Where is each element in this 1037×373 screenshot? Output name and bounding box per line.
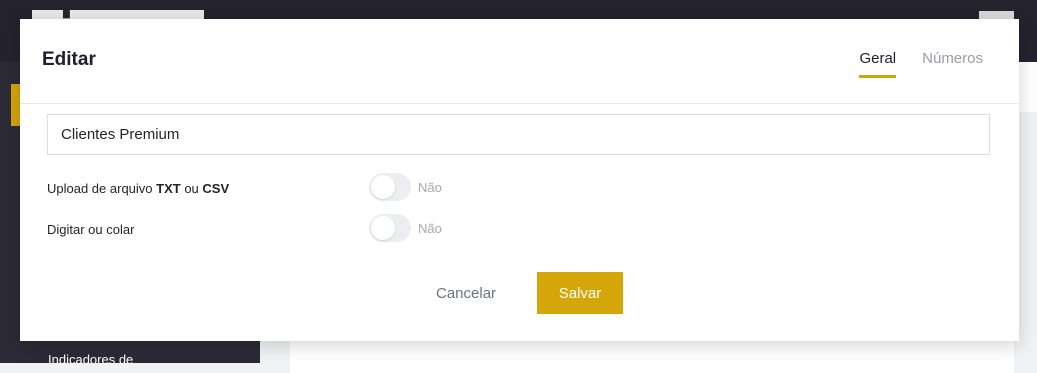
modal-tabs: Geral Números	[859, 50, 983, 78]
paste-toggle-state: Não	[418, 221, 442, 236]
tab-numeros[interactable]: Números	[922, 50, 983, 78]
paste-option-label: Digitar ou colar	[47, 222, 135, 237]
toggle-knob	[371, 216, 395, 240]
modal-title: Editar	[42, 49, 96, 70]
upload-toggle[interactable]	[369, 173, 411, 201]
tab-geral[interactable]: Geral	[859, 50, 897, 78]
list-name-input[interactable]	[47, 114, 990, 155]
toggle-knob	[371, 175, 395, 199]
upload-option-label: Upload de arquivo TXT ou CSV	[47, 181, 230, 196]
modal-footer: Cancelar Salvar	[20, 272, 1019, 315]
edit-modal: Editar Geral Números Upload de arquivo T…	[20, 19, 1019, 341]
sidebar-active-indicator	[11, 84, 20, 126]
paste-option-row: Digitar ou colar Não	[47, 214, 547, 244]
sidebar-item-label[interactable]: Indicadores de	[48, 352, 133, 367]
paste-toggle[interactable]	[369, 214, 411, 242]
modal-header: Editar Geral Números	[20, 19, 1019, 104]
save-button[interactable]: Salvar	[537, 272, 623, 314]
upload-toggle-state: Não	[418, 180, 442, 195]
upload-option-row: Upload de arquivo TXT ou CSV Não	[47, 173, 547, 203]
cancel-button[interactable]: Cancelar	[422, 272, 510, 315]
